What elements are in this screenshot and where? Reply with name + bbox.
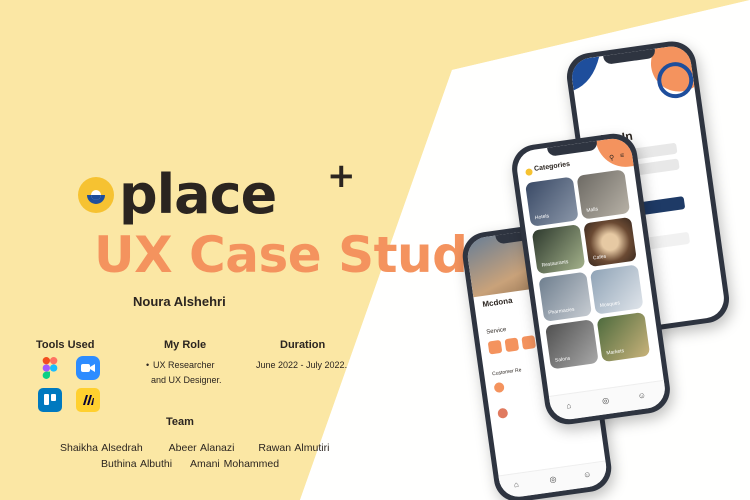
category-tile-markets[interactable]: Markets bbox=[596, 311, 651, 363]
page-title: UX Case Study bbox=[94, 226, 500, 284]
category-tile-salons[interactable]: Salons bbox=[545, 319, 599, 370]
author-name: Noura Alshehri bbox=[133, 294, 226, 309]
categories-title: Categories bbox=[533, 160, 571, 173]
team-member: Rawan Almutiri bbox=[258, 442, 330, 454]
category-tile-cafes[interactable]: Cafes bbox=[583, 216, 637, 268]
category-label: Cafes bbox=[592, 253, 607, 262]
profile-icon[interactable]: ☺ bbox=[583, 470, 592, 480]
team-member: Buthina Albuthi bbox=[101, 458, 173, 470]
avatar bbox=[493, 381, 505, 394]
category-label: Hotels bbox=[534, 213, 550, 222]
brand-plus: + bbox=[327, 156, 356, 196]
brand-name: place bbox=[119, 163, 277, 226]
category-tile-mosques[interactable]: Mosques bbox=[589, 264, 644, 315]
avatar bbox=[497, 407, 509, 419]
miro-icon bbox=[76, 388, 100, 412]
home-icon[interactable]: ⌂ bbox=[566, 401, 572, 411]
category-label: Malls bbox=[586, 206, 599, 214]
profile-icon[interactable]: ☺ bbox=[637, 391, 646, 401]
team-member: Shaikha Alsedrah bbox=[60, 442, 143, 454]
team-row-2: Buthina Albuthi Amani Mohammed bbox=[101, 458, 279, 470]
category-label: Mosques bbox=[599, 300, 621, 310]
figma-icon bbox=[38, 356, 62, 380]
logo-mark-icon bbox=[525, 168, 533, 177]
category-tile-hotels[interactable]: Hotels bbox=[525, 176, 579, 227]
role-bullet: • bbox=[146, 360, 150, 370]
logo-mark-icon bbox=[78, 177, 114, 213]
service-chip[interactable] bbox=[521, 335, 537, 350]
category-tile-pharmacies[interactable]: Pharmacies bbox=[538, 271, 593, 322]
categories-decoration bbox=[595, 136, 634, 171]
category-label: Markets bbox=[606, 348, 625, 357]
category-tile-restaurants[interactable]: Restaurants bbox=[531, 224, 586, 275]
detail-title: Mcdona bbox=[481, 295, 514, 309]
trello-icon bbox=[38, 388, 62, 412]
category-label: Pharmacies bbox=[547, 306, 575, 317]
search-icon[interactable]: ⚲ bbox=[609, 154, 615, 163]
tools-grid bbox=[38, 356, 100, 412]
category-label: Salons bbox=[554, 355, 571, 364]
filter-icon[interactable]: ≡ bbox=[620, 152, 625, 160]
role-line-1: UX Researcher bbox=[153, 360, 215, 370]
brand-logo: place + bbox=[75, 156, 356, 226]
duration-text: June 2022 - July 2022. bbox=[256, 360, 348, 370]
team-heading: Team bbox=[166, 416, 194, 428]
home-icon[interactable]: ⌂ bbox=[513, 480, 519, 490]
category-tile-malls[interactable]: Malls bbox=[576, 169, 631, 220]
zoom-icon bbox=[76, 356, 100, 380]
team-member: Abeer Alanazi bbox=[168, 442, 235, 454]
role-heading: My Role bbox=[164, 339, 207, 351]
category-label: Restaurants bbox=[541, 259, 569, 269]
team-member: Amani Mohammed bbox=[189, 458, 280, 470]
role-line-2: and UX Designer. bbox=[151, 375, 222, 385]
service-chip[interactable] bbox=[504, 337, 520, 353]
service-chip[interactable] bbox=[487, 339, 503, 355]
map-pin-icon[interactable]: ◎ bbox=[549, 474, 557, 484]
tools-heading: Tools Used bbox=[36, 339, 95, 351]
detail-section: Service bbox=[486, 326, 507, 336]
team-row-1: Shaikha Alsedrah Abeer Alanazi Rawan Alm… bbox=[60, 442, 329, 454]
detail-reviews: Customer Re bbox=[491, 367, 522, 378]
duration-heading: Duration bbox=[280, 339, 326, 351]
map-pin-icon[interactable]: ◎ bbox=[601, 396, 609, 406]
